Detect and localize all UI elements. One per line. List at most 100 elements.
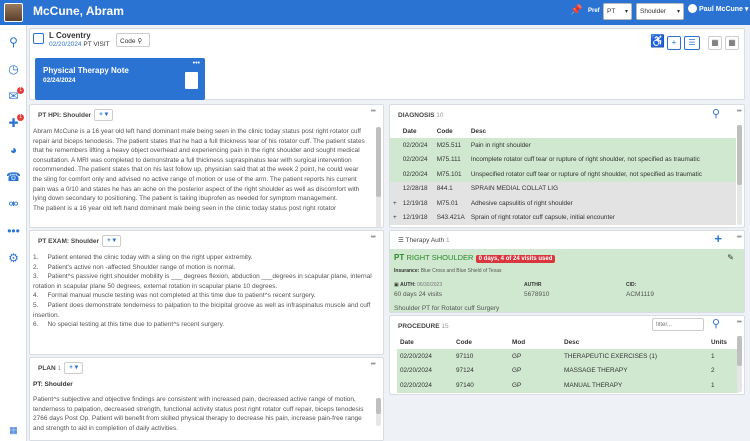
more-icon[interactable]: ••• — [193, 60, 200, 67]
procedure-panel: PROCEDURE 15 ⚲ ••• DateCodeModDescUnits … — [389, 315, 745, 395]
exam-add-button[interactable]: + ▾ — [102, 235, 121, 248]
procedure-filter-input[interactable] — [652, 318, 704, 331]
gear-icon[interactable]: ⚙ — [6, 251, 21, 266]
tile-view-icon[interactable]: ▦ — [725, 36, 739, 50]
column-header[interactable]: Code — [433, 124, 468, 139]
diagnosis-code: M75.101 — [433, 167, 468, 182]
procedure-date: 02/20/2024 — [397, 349, 453, 364]
hpi-add-button[interactable]: + ▾ — [94, 109, 113, 122]
pref-select[interactable]: PT ▾ — [603, 3, 632, 20]
table-row[interactable]: 02/20/24 M25.511 Pain in right shoulder — [390, 138, 736, 153]
exam-list: 1. Patient entered the clinic today with… — [33, 253, 373, 330]
expand-icon[interactable] — [390, 152, 400, 168]
calendar-icon: ▣ — [394, 282, 399, 288]
procedure-desc: MASSAGE THERAPY — [561, 363, 708, 379]
add-auth-button[interactable]: + — [714, 231, 722, 246]
phone-icon[interactable]: ☎ — [6, 170, 21, 185]
table-row[interactable]: 02/20/2024 97110 GP THERAPEUTIC EXERCISES (… — [397, 349, 738, 364]
physical-therapy-note-card[interactable]: Physical Therapy Note 02/24/2024 ••• — [35, 58, 205, 100]
dashboard-icon[interactable]: ◕ — [6, 143, 21, 158]
procedure-mod: GP — [509, 378, 561, 393]
table-row[interactable]: 02/20/24 M75.111 Incomplete rotator cuff t… — [390, 152, 736, 168]
note-card-date: 02/24/2024 — [43, 77, 76, 84]
column-header[interactable]: Mod — [509, 335, 561, 350]
pin-icon[interactable]: 📌 — [570, 5, 582, 16]
plan-add-button[interactable]: + ▾ — [64, 362, 84, 375]
auth-referral: Shoulder PT for Rotator cuff Surgery — [394, 305, 500, 312]
table-row[interactable]: 02/20/2024 97124 GP MASSAGE THERAPY 2 — [397, 363, 738, 379]
patient-avatar[interactable] — [4, 3, 23, 22]
column-header[interactable]: Code — [453, 335, 509, 350]
auth-pt: PT — [394, 253, 405, 262]
clock-icon[interactable]: ◷ — [6, 62, 21, 77]
table-row[interactable]: +12/19/18 S43.421A Sprain of right rotator… — [390, 210, 736, 225]
grid-icon[interactable]: ▦ — [6, 423, 21, 438]
diagnosis-desc: SPRAIN MEDIAL COLLAT LIG — [467, 181, 736, 196]
table-row[interactable]: 02/20/24 M75.101 Unspecified rotator cuff … — [390, 167, 736, 182]
code-button[interactable]: Code ⚲ — [116, 33, 150, 47]
chat-badge: 1 — [17, 87, 24, 94]
accessibility-icon[interactable]: ♿ — [650, 35, 665, 50]
search-icon[interactable]: ⚲ — [6, 35, 21, 50]
region-select[interactable]: Shoulder ▾ — [636, 3, 684, 20]
column-header[interactable]: Date — [399, 124, 434, 139]
user-icon — [688, 4, 697, 13]
diagnosis-desc: Pain in right shoulder — [467, 138, 736, 153]
user-menu[interactable]: Paul McCune ▾ — [688, 4, 748, 13]
diagnosis-scrollbar[interactable] — [737, 125, 742, 225]
table-row[interactable]: 12/28/18 844.1 SPRAIN MEDIAL COLLAT LIG — [390, 181, 736, 196]
search-icon[interactable]: ⚲ — [712, 107, 720, 120]
more-icon[interactable]: ••• — [371, 108, 376, 115]
expand-icon[interactable] — [390, 181, 400, 196]
procedure-scrollbar[interactable] — [737, 336, 742, 392]
chevron-down-icon: ▾ — [624, 9, 628, 15]
procedure-code: 97124 — [453, 363, 509, 379]
table-row[interactable]: 02/20/2024 97140 GP MANUAL THERAPY 1 — [397, 378, 738, 393]
note-card-title: Physical Therapy Note — [43, 66, 129, 75]
grid-view-icon[interactable]: ▦ — [708, 36, 722, 50]
calendar-icon — [33, 33, 44, 44]
column-header[interactable]: Units — [708, 335, 738, 350]
visit-date[interactable]: 02/20/2024 — [49, 41, 82, 48]
search-icon[interactable]: ⚲ — [712, 317, 720, 330]
column-header[interactable]: Desc — [561, 335, 708, 350]
plan-panel: PLAN 1 + ▾ ••• PT: Shoulder Patient^s sub… — [29, 357, 384, 441]
region-select-value: Shoulder — [640, 8, 667, 15]
list-view-icon[interactable]: ☰ — [684, 36, 700, 50]
table-row[interactable]: +12/19/18 M75.01 Adhesive capsulitis of ri… — [390, 195, 736, 211]
expand-icon[interactable]: + — [390, 195, 400, 211]
auth-body-part: RIGHT SHOULDER — [406, 253, 474, 262]
edit-icon[interactable]: ✎ — [727, 253, 734, 262]
diagnosis-date: 12/28/18 — [399, 181, 434, 196]
exam-title: PT EXAM: Shoulder — [38, 238, 100, 245]
expand-icon[interactable] — [390, 138, 400, 153]
procedure-units: 1 — [708, 378, 738, 393]
exam-item: 2. Patient's active non -affected Should… — [33, 263, 236, 271]
pill-icon[interactable]: ⚮ — [6, 197, 21, 212]
more-icon[interactable]: ••• — [737, 234, 742, 241]
patient-name[interactable]: McCune, Abram — [33, 4, 124, 18]
hpi-scrollbar[interactable] — [376, 127, 381, 227]
more-icon[interactable]: ••• — [371, 361, 376, 368]
visit-type: PT VISIT — [83, 41, 110, 48]
expand-icon[interactable]: + — [390, 210, 400, 225]
diagnosis-date: 02/20/24 — [399, 167, 434, 182]
cross-icon[interactable]: ✚ 1 — [6, 114, 24, 131]
more-icon[interactable]: ••• — [737, 319, 742, 326]
chat-icon[interactable]: ✉ 1 — [6, 87, 24, 104]
auth-date: 06/30/2023 — [417, 282, 443, 288]
insurance-name: Blue Cross and Blue Shield of Texas — [420, 268, 502, 274]
plan-scrollbar[interactable] — [376, 398, 381, 426]
more-icon[interactable]: ••• — [737, 108, 742, 115]
therapy-auth-count: 1 — [446, 237, 450, 244]
diagnosis-code: 844.1 — [433, 181, 468, 196]
more-icon[interactable]: ••• — [6, 224, 21, 239]
column-header[interactable]: Desc — [467, 124, 736, 139]
cid-label: CID: — [626, 282, 637, 288]
more-icon[interactable]: ••• — [371, 234, 376, 241]
column-header[interactable]: Date — [397, 335, 453, 350]
hpi-paragraph: The patient is a 16 year old left hand d… — [33, 204, 337, 212]
add-document-icon[interactable]: + — [667, 36, 681, 50]
table-header-row: Date Code Desc — [390, 124, 736, 139]
expand-icon[interactable] — [390, 167, 400, 182]
